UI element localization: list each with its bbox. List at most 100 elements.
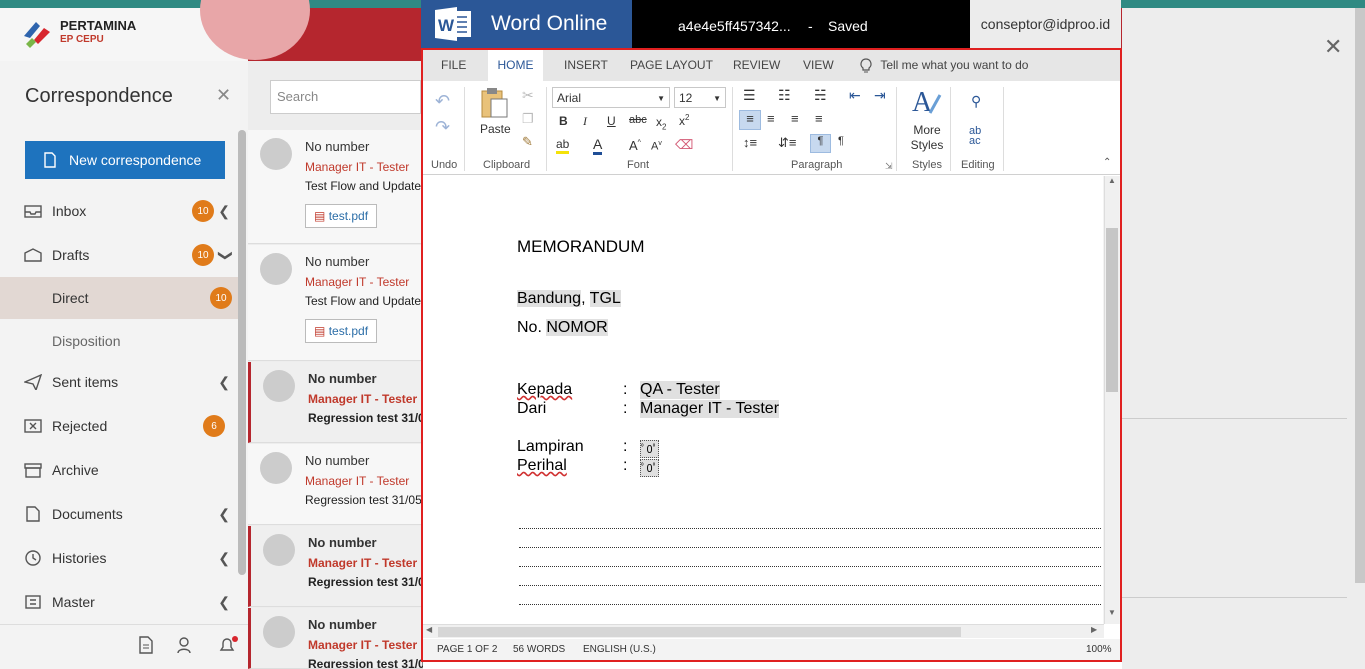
attachment-chip[interactable]: ▤ test.pdf xyxy=(305,204,378,228)
copy-icon[interactable]: ❐ xyxy=(522,111,534,127)
page-scrollbar[interactable] xyxy=(1355,8,1365,583)
find-icon[interactable]: ⚲ xyxy=(971,93,981,110)
new-correspondence-button[interactable]: New correspondence xyxy=(25,141,225,179)
line-spacing-icon[interactable]: ↕≡ xyxy=(743,135,757,150)
subscript-icon[interactable]: x2 xyxy=(656,115,666,131)
word-logo[interactable]: W Word Online xyxy=(421,0,632,48)
tab-review[interactable]: REVIEW xyxy=(733,50,780,81)
redo-icon[interactable]: ↷ xyxy=(435,117,450,138)
group-divider xyxy=(732,87,733,171)
scrollbar-thumb[interactable] xyxy=(1106,228,1118,392)
sidebar-item-drafts[interactable]: Drafts 10 ❮ xyxy=(0,233,240,277)
sidebar-item-sent-items[interactable]: Sent items ❮ xyxy=(0,360,240,404)
page-count[interactable]: PAGE 1 OF 2 xyxy=(437,644,497,655)
bell-icon[interactable] xyxy=(218,636,238,657)
scroll-up-icon[interactable]: ▲ xyxy=(1105,176,1119,190)
align-center-icon[interactable]: ≡ xyxy=(767,111,775,126)
item-sender: Manager IT - Tester xyxy=(305,275,410,289)
close-icon[interactable]: ✕ xyxy=(1324,34,1342,60)
increase-indent-icon[interactable]: ⇥ xyxy=(874,87,886,104)
document-name[interactable]: a4e4e5ff457342... xyxy=(678,18,791,34)
justify-icon[interactable]: ≡ xyxy=(815,111,823,126)
save-status: Saved xyxy=(828,18,868,34)
decrease-indent-icon[interactable]: ⇤ xyxy=(849,87,861,104)
bold-icon[interactable]: B xyxy=(559,114,568,128)
word-count[interactable]: 56 WORDS xyxy=(513,644,565,655)
tab-page-layout[interactable]: PAGE LAYOUT xyxy=(630,50,713,81)
sidebar-scrollbar[interactable] xyxy=(238,130,246,575)
numbering-icon[interactable]: ☷ xyxy=(778,87,791,104)
horizontal-scrollbar[interactable]: ◀ ▶ xyxy=(423,624,1104,638)
scroll-down-icon[interactable]: ▼ xyxy=(1105,608,1119,622)
paste-button[interactable] xyxy=(479,87,509,122)
undo-icon[interactable]: ↶ xyxy=(435,91,450,112)
ltr-icon[interactable]: ¶ xyxy=(810,134,831,153)
report-icon[interactable] xyxy=(138,636,154,657)
language[interactable]: ENGLISH (U.S.) xyxy=(583,644,656,655)
scroll-left-icon[interactable]: ◀ xyxy=(426,625,432,634)
list-item[interactable]: No number Manager IT - Tester Regression… xyxy=(248,444,423,525)
rejected-icon xyxy=(24,419,42,433)
bullets-icon[interactable]: ☰ xyxy=(743,87,756,104)
font-name-select[interactable]: Arial ▼ xyxy=(552,87,670,108)
sidebar-close-icon[interactable]: ✕ xyxy=(216,85,231,106)
sent-icon xyxy=(24,374,42,390)
tab-file[interactable]: FILE xyxy=(441,50,466,81)
vertical-scrollbar[interactable]: ▲ ▼ xyxy=(1104,176,1119,624)
user-settings-icon[interactable] xyxy=(177,636,195,657)
tab-insert[interactable]: INSERT xyxy=(564,50,608,81)
dotted-line xyxy=(519,585,1101,586)
list-item[interactable]: No number Manager IT - Tester Test Flow … xyxy=(248,245,423,361)
cut-icon[interactable]: ✂ xyxy=(522,87,534,104)
italic-icon[interactable]: I xyxy=(583,114,587,129)
shrink-font-icon[interactable]: Av xyxy=(651,140,662,153)
styles-icon[interactable]: A xyxy=(910,85,942,120)
sidebar-item-direct[interactable]: Direct 10 xyxy=(0,277,240,319)
strikethrough-icon[interactable]: abc xyxy=(629,114,647,126)
rtl-icon[interactable]: ¶ xyxy=(838,135,844,147)
group-label-font: Font xyxy=(627,159,650,171)
paragraph-spacing-icon[interactable]: ⇵≡ xyxy=(778,135,796,151)
font-size-select[interactable]: 12 ▼ xyxy=(674,87,726,108)
multilevel-list-icon[interactable]: ☵ xyxy=(814,87,827,104)
item-subject: Regression test 31/0 xyxy=(308,411,423,425)
avatar xyxy=(263,370,295,402)
tell-me-box[interactable]: Tell me what you want to do xyxy=(859,50,1028,81)
highlight-icon[interactable]: ab xyxy=(556,137,570,154)
search-input[interactable]: Search xyxy=(270,80,421,114)
sidebar-item-master[interactable]: Master ❮ xyxy=(0,580,240,624)
list-item[interactable]: No number Manager IT - Tester Regression… xyxy=(248,362,423,443)
sidebar-item-disposition[interactable]: Disposition xyxy=(0,319,240,363)
brand-logo[interactable]: PERTAMINA EP CEPU xyxy=(22,18,136,48)
hscrollbar-thumb[interactable] xyxy=(438,627,961,637)
sidebar-item-rejected[interactable]: Rejected 6 xyxy=(0,404,240,448)
document-area: MEMORANDUM Bandung, TGL No. NOMOR Kepada… xyxy=(423,176,1120,624)
superscript-icon[interactable]: x2 xyxy=(679,113,689,128)
list-item[interactable]: No number Manager IT - Tester Regression… xyxy=(248,526,423,607)
list-item[interactable]: No number Manager IT - Tester Test Flow … xyxy=(248,130,423,244)
clear-formatting-icon[interactable]: ⌫ xyxy=(675,137,693,153)
paragraph-dialog-icon[interactable]: ⇲ xyxy=(885,161,893,172)
svg-text:W: W xyxy=(438,16,455,35)
document-page[interactable]: MEMORANDUM Bandung, TGL No. NOMOR Kepada… xyxy=(423,176,1103,624)
grow-font-icon[interactable]: A^ xyxy=(629,138,641,153)
zoom-level[interactable]: 100% xyxy=(1086,644,1112,655)
collapse-ribbon-icon[interactable]: ⌃ xyxy=(1103,157,1111,168)
user-account[interactable]: conseptor@idproo.id xyxy=(970,0,1121,48)
sidebar-item-histories[interactable]: Histories ❮ xyxy=(0,536,240,580)
replace-icon[interactable]: ab ac xyxy=(969,126,981,147)
tab-home[interactable]: HOME xyxy=(488,50,543,81)
align-right-icon[interactable]: ≡ xyxy=(791,111,799,126)
sidebar-item-documents[interactable]: Documents ❮ xyxy=(0,492,240,536)
underline-icon[interactable]: U xyxy=(607,114,616,128)
sidebar-item-archive[interactable]: Archive xyxy=(0,448,240,492)
font-color-icon[interactable]: A xyxy=(593,136,603,155)
attachment-chip[interactable]: ▤ test.pdf xyxy=(305,319,378,343)
sidebar-item-inbox[interactable]: Inbox 10 ❮ xyxy=(0,189,240,233)
scroll-right-icon[interactable]: ▶ xyxy=(1091,625,1097,634)
tab-view[interactable]: VIEW xyxy=(803,50,834,81)
doc-city: Bandung xyxy=(517,290,582,307)
format-painter-icon[interactable]: ✎ xyxy=(522,134,533,150)
list-item[interactable]: No number Manager IT - Tester Regression… xyxy=(248,608,423,669)
align-left-icon[interactable]: ≡ xyxy=(739,110,761,130)
